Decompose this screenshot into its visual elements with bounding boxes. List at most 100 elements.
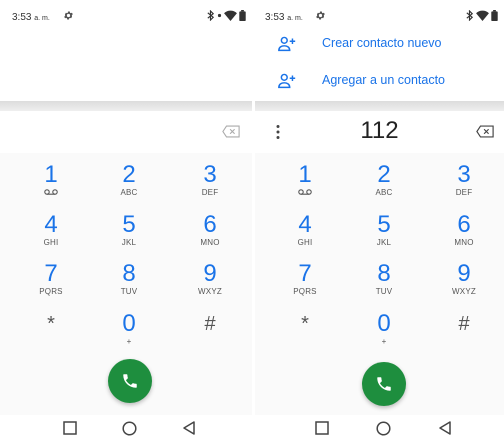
person-add-icon — [278, 73, 296, 89]
status-icons — [465, 10, 498, 21]
key-digit: 0 — [122, 310, 136, 337]
triangle-back-icon[interactable] — [438, 421, 452, 435]
key-4[interactable]: 4 GHI — [275, 212, 335, 256]
key-6[interactable]: 6 MNO — [180, 212, 240, 256]
key-digit: 6 — [457, 211, 471, 238]
key-digit: 5 — [122, 211, 136, 238]
key-7[interactable]: 7 PQRS — [275, 261, 335, 305]
key-letters: GHI — [43, 238, 59, 247]
key-8[interactable]: 8 TUV — [99, 261, 159, 305]
key-letters: PQRS — [293, 287, 317, 296]
key-digit: * — [47, 313, 55, 335]
status-bar: 3:53 a. m. — [0, 0, 252, 30]
key-letters: TUV — [375, 287, 393, 296]
status-time: 3:53 a. m. — [265, 12, 303, 23]
create-new-contact-option[interactable]: Crear contacto nuevo — [255, 27, 504, 61]
key-3[interactable]: 3 DEF — [434, 162, 494, 206]
key-digit: 3 — [203, 161, 217, 188]
key-2[interactable]: 2 ABC — [99, 162, 159, 206]
circle-icon[interactable] — [122, 421, 137, 436]
battery-icon — [491, 10, 498, 21]
key-digit: 3 — [457, 161, 471, 188]
key-letters: JKL — [376, 238, 392, 247]
wifi-icon — [476, 10, 489, 21]
key-digit: 1 — [44, 161, 58, 188]
dialer-screen-with-number: 3:53 a. m. Crear contacto nuevo Agregar … — [255, 0, 504, 442]
add-to-contact-label: Agregar a un contacto — [322, 73, 445, 87]
key-1[interactable]: 1 — [275, 162, 335, 206]
backspace-icon[interactable] — [476, 125, 494, 138]
key-letters: WXYZ — [452, 287, 476, 296]
key-digit: # — [458, 313, 470, 335]
divider-shadow — [255, 101, 504, 111]
key-0[interactable]: 0 + — [99, 311, 159, 355]
key-letters: PQRS — [39, 287, 63, 296]
key-letters: DEF — [201, 188, 219, 197]
battery-icon — [239, 10, 246, 21]
call-button[interactable] — [362, 362, 406, 406]
key-letters: ABC — [120, 188, 138, 197]
key-4[interactable]: 4 GHI — [21, 212, 81, 256]
key-9[interactable]: 9 WXYZ — [434, 261, 494, 305]
gear-icon — [64, 11, 73, 20]
key-letters: + — [126, 337, 132, 346]
call-button[interactable] — [108, 359, 152, 403]
circle-icon[interactable] — [376, 421, 391, 436]
create-new-contact-label: Crear contacto nuevo — [322, 36, 442, 50]
key-digit: 2 — [122, 161, 136, 188]
key-digit: 1 — [298, 161, 312, 188]
key-5[interactable]: 5 JKL — [99, 212, 159, 256]
status-time: 3:53 a. m. — [12, 12, 50, 23]
key-digit: # — [204, 313, 216, 335]
voicemail-icon — [298, 189, 312, 195]
key-digit: 2 — [377, 161, 391, 188]
gear-icon — [316, 11, 325, 20]
square-icon[interactable] — [63, 421, 77, 435]
key-letters: MNO — [200, 238, 220, 247]
key-0[interactable]: 0 + — [354, 311, 414, 355]
add-to-contact-option[interactable]: Agregar a un contacto — [255, 64, 504, 98]
key-letters: WXYZ — [198, 287, 222, 296]
backspace-icon[interactable] — [222, 125, 240, 138]
vibrate-dot-icon — [217, 13, 222, 18]
key-7[interactable]: 7 PQRS — [21, 261, 81, 305]
key-9[interactable]: 9 WXYZ — [180, 261, 240, 305]
key-digit: 4 — [298, 211, 312, 238]
voicemail-icon — [44, 189, 58, 195]
key-5[interactable]: 5 JKL — [354, 212, 414, 256]
key-letters: JKL — [121, 238, 137, 247]
phone-icon — [123, 374, 137, 388]
key-3[interactable]: 3 DEF — [180, 162, 240, 206]
key-digit: 5 — [377, 211, 391, 238]
key-2[interactable]: 2 ABC — [354, 162, 414, 206]
key-letters: GHI — [297, 238, 313, 247]
key-1[interactable]: 1 — [21, 162, 81, 206]
key-digit: 7 — [298, 260, 312, 287]
key-hash[interactable]: # — [434, 311, 494, 355]
dial-input[interactable] — [0, 111, 252, 153]
navigation-bar — [0, 415, 252, 442]
key-digit: 8 — [122, 260, 136, 287]
key-digit: 9 — [457, 260, 471, 287]
key-digit: 0 — [377, 310, 391, 337]
dialer-screen-empty: 3:53 a. m. 1 2 ABC 3 DEF 4 GHI 5 JKL 6 MNO 7 PQRS 8 TU… — [0, 0, 252, 442]
bluetooth-icon — [207, 10, 215, 21]
key-letters: ABC — [375, 188, 393, 197]
square-icon[interactable] — [315, 421, 329, 435]
person-add-icon — [278, 36, 296, 52]
key-8[interactable]: 8 TUV — [354, 261, 414, 305]
key-letters: DEF — [455, 188, 473, 197]
key-star[interactable]: * — [275, 311, 335, 355]
key-letters: + — [381, 337, 387, 346]
key-digit: 9 — [203, 260, 217, 287]
dial-input[interactable]: 112 — [255, 111, 504, 153]
key-6[interactable]: 6 MNO — [434, 212, 494, 256]
key-digit: 8 — [377, 260, 391, 287]
triangle-back-icon[interactable] — [182, 421, 196, 435]
navigation-bar — [255, 415, 504, 442]
phone-icon — [377, 377, 391, 391]
key-star[interactable]: * — [21, 311, 81, 355]
key-digit: 6 — [203, 211, 217, 238]
key-digit: 4 — [44, 211, 58, 238]
key-hash[interactable]: # — [180, 311, 240, 355]
